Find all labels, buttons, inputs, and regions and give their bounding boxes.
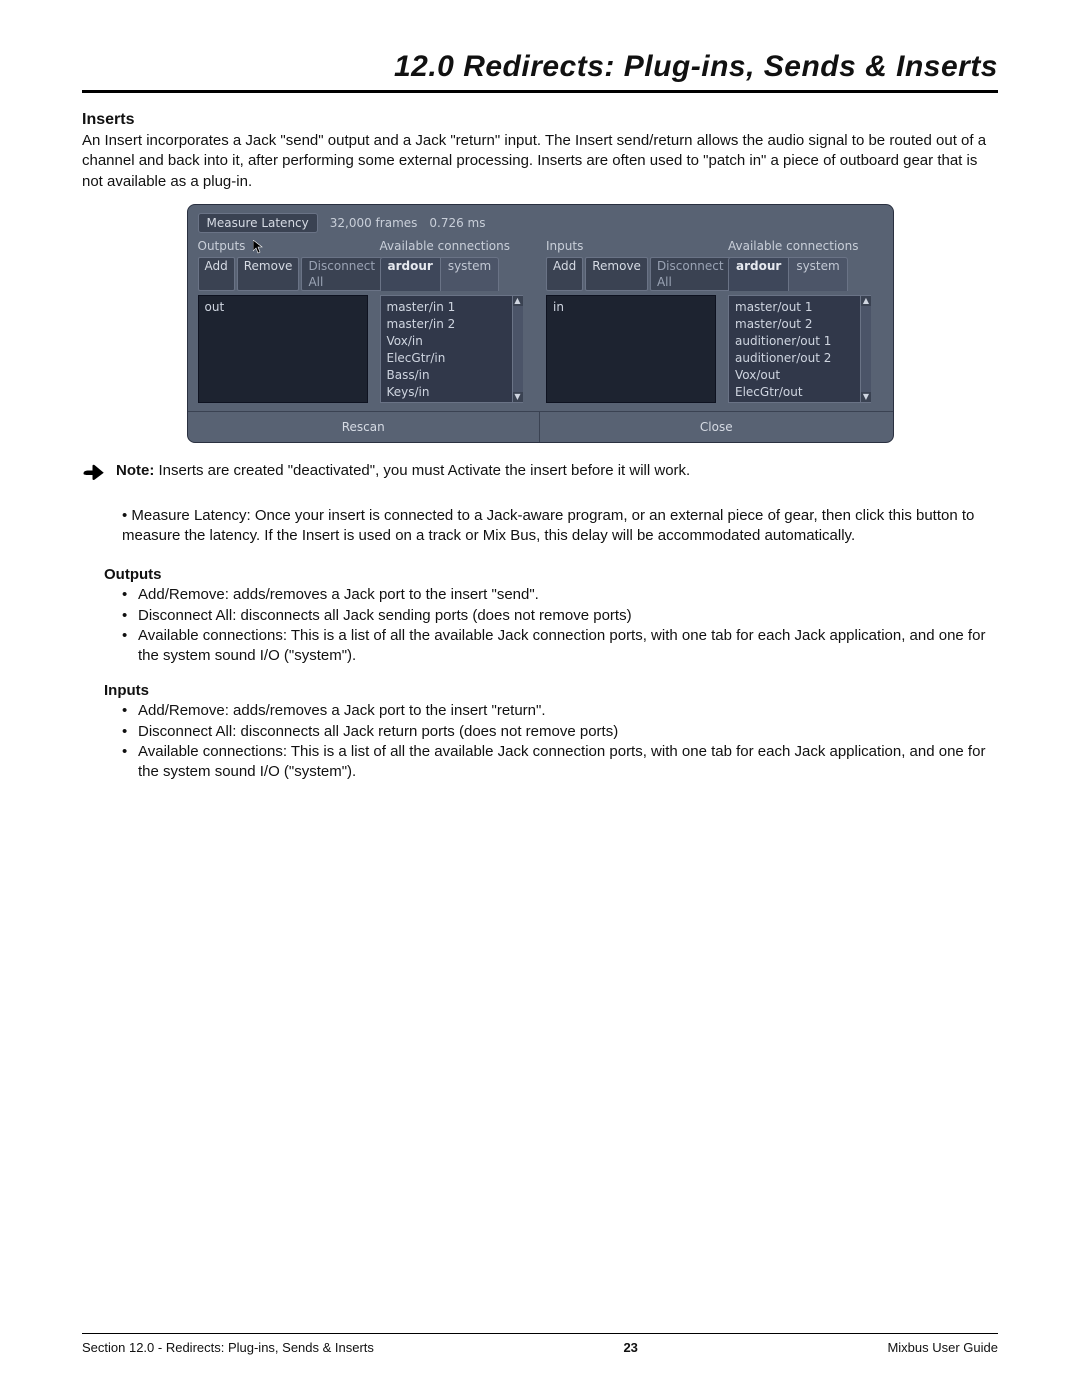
page-number: 23	[623, 1340, 637, 1355]
scroll-up-icon[interactable]: ▲	[513, 296, 523, 306]
available-connections-label-out: Available connections	[380, 239, 523, 253]
frames-readout: 32,000 frames	[330, 216, 418, 230]
outputs-subheading: Outputs	[104, 566, 998, 583]
footer-left: Section 12.0 - Redirects: Plug-ins, Send…	[82, 1340, 374, 1355]
page-footer: Section 12.0 - Redirects: Plug-ins, Send…	[82, 1333, 998, 1355]
inputs-remove-button[interactable]: Remove	[585, 257, 648, 291]
scroll-up-icon[interactable]: ▲	[861, 296, 871, 306]
cursor-icon	[253, 240, 264, 257]
measure-latency-paragraph: • Measure Latency: Once your insert is c…	[122, 506, 998, 547]
out-tab-ardour[interactable]: ardour	[380, 257, 441, 291]
inputs-bullets: •Add/Remove: adds/removes a Jack port to…	[122, 701, 998, 782]
inputs-subheading: Inputs	[104, 682, 998, 699]
outputs-label: Outputs	[198, 239, 368, 253]
page-title: 12.0 Redirects: Plug-ins, Sends & Insert…	[82, 50, 998, 93]
outputs-port-list[interactable]: out	[198, 295, 368, 403]
rescan-button[interactable]: Rescan	[188, 412, 541, 442]
inputs-connections-list[interactable]: master/out 1 master/out 2 auditioner/out…	[729, 296, 860, 402]
inputs-label: Inputs	[546, 239, 716, 253]
ms-readout: 0.726 ms	[429, 216, 485, 230]
close-button[interactable]: Close	[540, 412, 893, 442]
scroll-down-icon[interactable]: ▼	[861, 392, 871, 402]
outputs-remove-button[interactable]: Remove	[237, 257, 300, 291]
measure-latency-button[interactable]: Measure Latency	[198, 213, 318, 233]
outputs-connections-list[interactable]: master/in 1 master/in 2 Vox/in ElecGtr/i…	[381, 296, 512, 402]
scrollbar-out[interactable]: ▲ ▼	[512, 296, 523, 402]
inputs-add-button[interactable]: Add	[546, 257, 583, 291]
in-tab-system[interactable]: system	[789, 257, 847, 291]
inserts-body: An Insert incorporates a Jack "send" out…	[82, 131, 998, 192]
insert-dialog: Measure Latency 32,000 frames 0.726 ms O…	[187, 204, 894, 443]
scroll-down-icon[interactable]: ▼	[513, 392, 523, 402]
outputs-bullets: •Add/Remove: adds/removes a Jack port to…	[122, 585, 998, 666]
outputs-add-button[interactable]: Add	[198, 257, 235, 291]
inputs-disconnect-all-button[interactable]: Disconnect All	[650, 257, 731, 291]
pointing-hand-icon	[82, 463, 106, 486]
outputs-disconnect-all-button[interactable]: Disconnect All	[301, 257, 382, 291]
footer-right: Mixbus User Guide	[887, 1340, 998, 1355]
in-tab-ardour[interactable]: ardour	[728, 257, 789, 291]
inputs-port-list[interactable]: in	[546, 295, 716, 403]
scrollbar-in[interactable]: ▲ ▼	[860, 296, 871, 402]
inserts-heading: Inserts	[82, 111, 998, 129]
note: Note: Inserts are created "deactivated",…	[116, 461, 690, 481]
available-connections-label-in: Available connections	[728, 239, 871, 253]
out-tab-system[interactable]: system	[441, 257, 499, 291]
